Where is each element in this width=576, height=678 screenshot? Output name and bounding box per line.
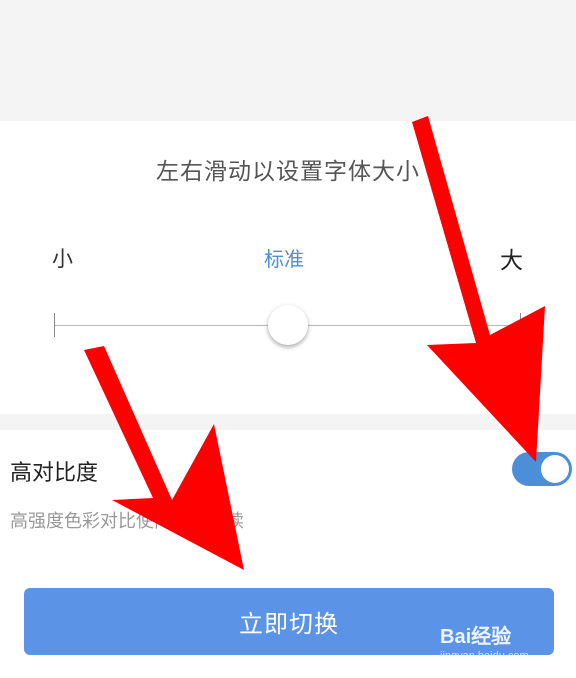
annotation-arrows: [84, 116, 545, 570]
red-arrow-icon: [412, 116, 545, 462]
red-arrow-icon: [84, 346, 244, 570]
